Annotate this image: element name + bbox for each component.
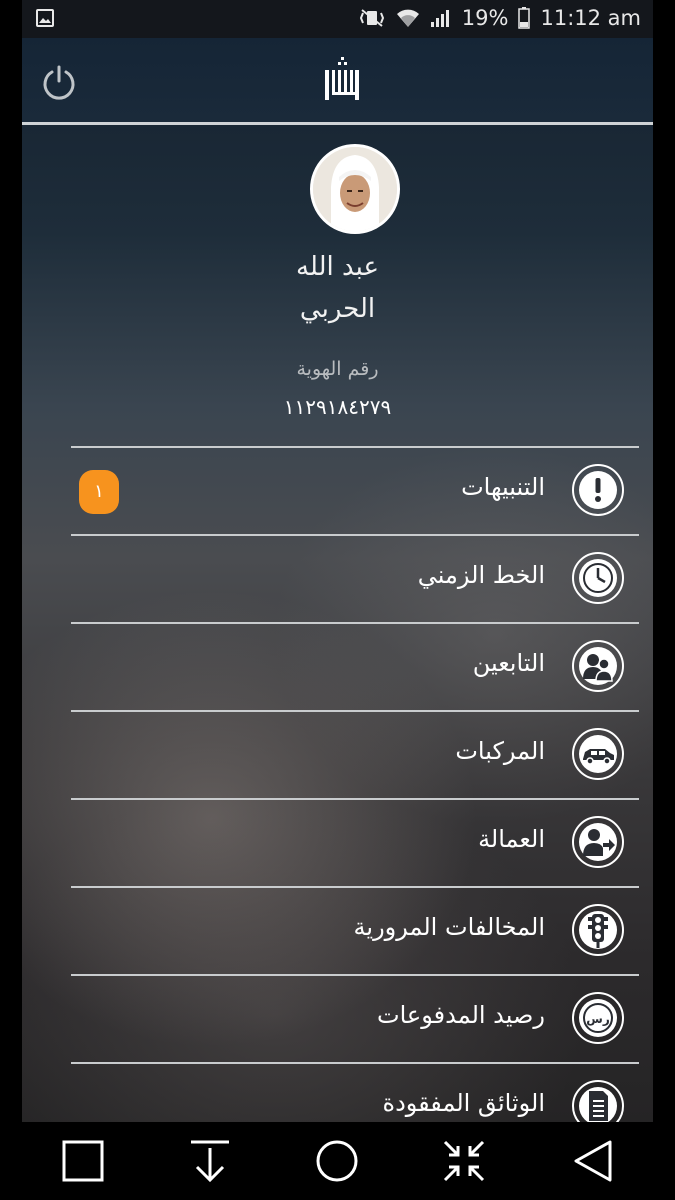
- menu-item-timeline[interactable]: الخط الزمني: [71, 534, 639, 622]
- signal-icon: [430, 10, 449, 27]
- wifi-icon: [396, 9, 419, 27]
- notification-badge: ١: [79, 470, 119, 514]
- dependents-icon: [572, 640, 624, 692]
- alert-icon: [572, 464, 624, 516]
- menu-item-labor[interactable]: العمالة: [71, 798, 639, 886]
- id-number: ١١٢٩١٨٤٢٧٩: [283, 395, 392, 419]
- phone-screen: 19% 11:12 am عبد الله الحربي رقم الهوية …: [0, 0, 675, 1200]
- menu-item-payments-balance[interactable]: رصيد المدفوعات رس: [71, 974, 639, 1062]
- user-last-name: الحربي: [299, 294, 376, 324]
- menu-item-lost-documents[interactable]: الوثائق المفقودة: [71, 1062, 639, 1122]
- collapse-icon[interactable]: [441, 1138, 487, 1184]
- menu-label: المركبات: [455, 737, 545, 765]
- menu-item-vehicles[interactable]: المركبات: [71, 710, 639, 798]
- menu-label: الخط الزمني: [417, 561, 545, 589]
- main-menu: ١ التنبيهات الخط الزمني التابعين المركبا…: [71, 446, 639, 1122]
- riyal-symbol: رس: [586, 1012, 610, 1026]
- profile-avatar[interactable]: [310, 144, 400, 234]
- download-arrow-icon[interactable]: [187, 1138, 233, 1184]
- menu-label: العمالة: [478, 825, 545, 853]
- absher-logo: [325, 57, 359, 100]
- clock-icon: [572, 552, 624, 604]
- menu-item-notifications[interactable]: ١ التنبيهات: [71, 446, 639, 534]
- home-icon[interactable]: [314, 1138, 360, 1184]
- labor-icon: [572, 816, 624, 868]
- gallery-notification-icon: [36, 9, 54, 27]
- vibrate-icon: [359, 9, 384, 27]
- power-icon[interactable]: [40, 64, 78, 102]
- id-label: رقم الهوية: [296, 358, 379, 380]
- battery-icon: [518, 7, 531, 29]
- riyal-icon: رس: [572, 992, 624, 1044]
- status-icons: 19% 11:12 am: [358, 6, 641, 30]
- app-content: عبد الله الحربي رقم الهوية ١١٢٩١٨٤٢٧٩ ١ …: [22, 38, 653, 1122]
- document-icon: [572, 1080, 624, 1122]
- android-nav-bar: [0, 1122, 675, 1200]
- status-bar: 19% 11:12 am: [22, 0, 653, 38]
- user-first-name: عبد الله: [296, 252, 379, 282]
- app-header: [22, 38, 653, 125]
- menu-label: التنبيهات: [461, 473, 545, 501]
- menu-label: التابعين: [472, 649, 545, 677]
- back-icon[interactable]: [570, 1138, 616, 1184]
- menu-label: المخالفات المرورية: [353, 913, 545, 941]
- recent-apps-icon[interactable]: [60, 1138, 106, 1184]
- avatar-image: [313, 147, 397, 231]
- clock-time: 11:12 am: [540, 6, 641, 30]
- menu-item-dependents[interactable]: التابعين: [71, 622, 639, 710]
- traffic-light-icon: [572, 904, 624, 956]
- battery-percent: 19%: [461, 6, 509, 30]
- car-icon: [572, 728, 624, 780]
- menu-label: الوثائق المفقودة: [382, 1089, 546, 1117]
- menu-item-traffic-violations[interactable]: المخالفات المرورية: [71, 886, 639, 974]
- menu-label: رصيد المدفوعات: [377, 1001, 545, 1029]
